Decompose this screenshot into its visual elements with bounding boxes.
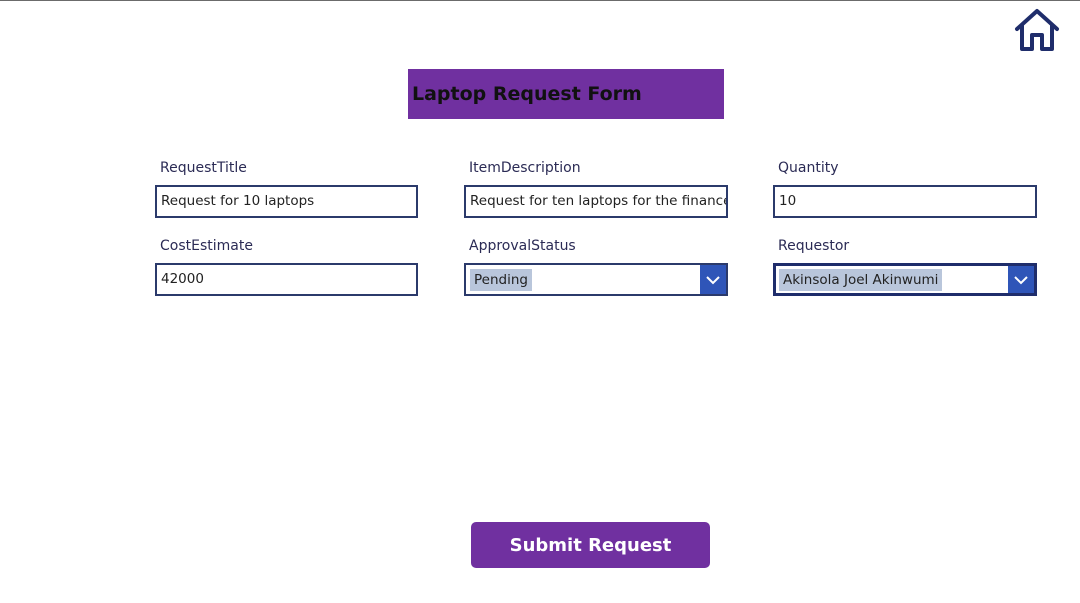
top-divider bbox=[0, 0, 1080, 1]
request-title-label: RequestTitle bbox=[160, 160, 247, 176]
chevron-down-icon[interactable] bbox=[1008, 266, 1034, 293]
item-description-input[interactable]: Request for ten laptops for the finance … bbox=[464, 185, 728, 218]
quantity-label: Quantity bbox=[778, 160, 839, 176]
approval-status-label: ApprovalStatus bbox=[469, 238, 576, 254]
form-title-banner: Laptop Request Form bbox=[408, 69, 724, 119]
submit-request-button[interactable]: Submit Request bbox=[471, 522, 710, 568]
approval-status-selected-value: Pending bbox=[470, 269, 532, 291]
request-title-input[interactable]: Request for 10 laptops bbox=[155, 185, 418, 218]
requestor-dropdown[interactable]: Akinsola Joel Akinwumi bbox=[773, 263, 1037, 296]
home-button[interactable] bbox=[1012, 6, 1062, 54]
chevron-down-icon[interactable] bbox=[700, 265, 726, 294]
quantity-input[interactable]: 10 bbox=[773, 185, 1037, 218]
home-icon bbox=[1015, 9, 1059, 51]
page-title: Laptop Request Form bbox=[412, 83, 642, 105]
cost-estimate-input[interactable]: 42000 bbox=[155, 263, 418, 296]
approval-status-dropdown[interactable]: Pending bbox=[464, 263, 728, 296]
requestor-selected-value: Akinsola Joel Akinwumi bbox=[779, 269, 943, 291]
cost-estimate-label: CostEstimate bbox=[160, 238, 253, 254]
requestor-label: Requestor bbox=[778, 238, 850, 254]
item-description-label: ItemDescription bbox=[469, 160, 581, 176]
